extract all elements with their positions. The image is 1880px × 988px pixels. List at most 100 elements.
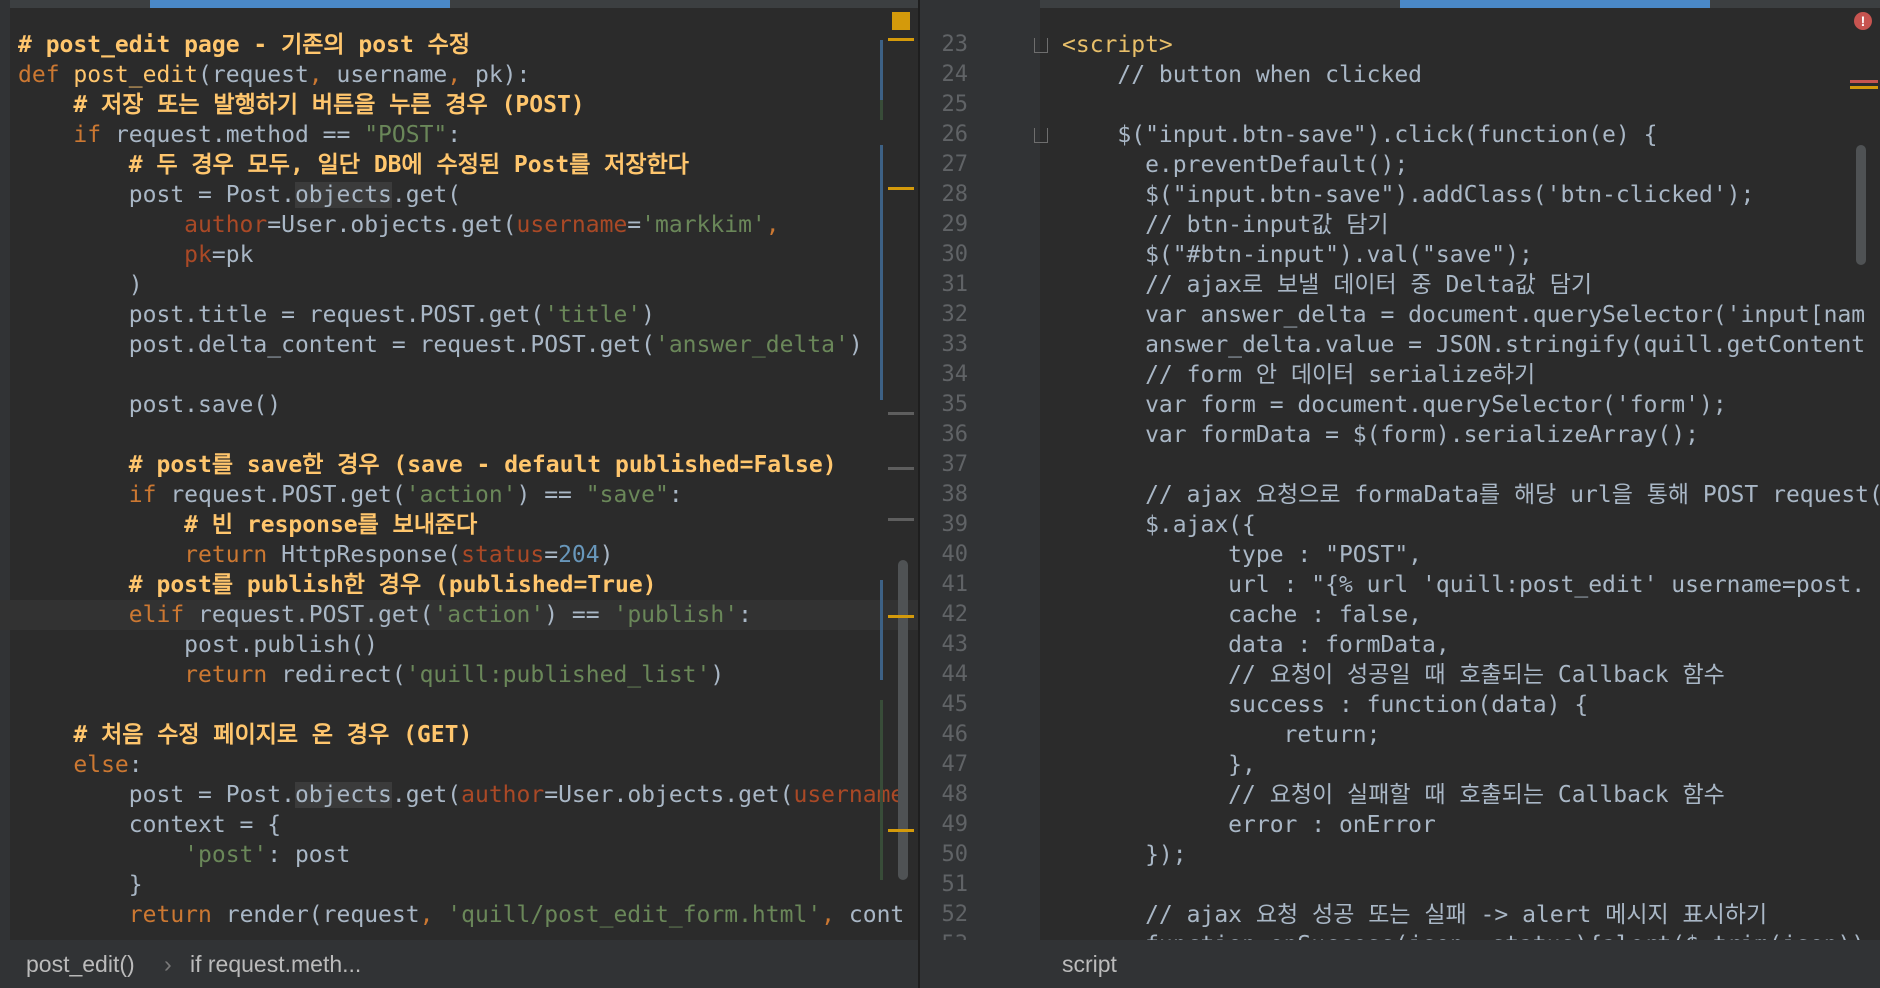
line-number[interactable]: 28 bbox=[920, 180, 969, 210]
line-number[interactable]: 26 bbox=[920, 120, 969, 150]
code-line[interactable]: # post를 publish한 경우 (published=True) bbox=[0, 570, 918, 600]
code-line[interactable]: 38 // ajax 요청으로 formaData를 해당 url을 통해 PO… bbox=[920, 480, 1880, 510]
code-line[interactable]: else: bbox=[0, 750, 918, 780]
warning-stripe[interactable] bbox=[888, 615, 914, 618]
code-line[interactable]: if request.method == "POST": bbox=[0, 120, 918, 150]
warning-stripe[interactable] bbox=[888, 187, 914, 190]
code-line[interactable]: # 처음 수정 페이지로 온 경우 (GET) bbox=[0, 720, 918, 750]
line-number[interactable]: 38 bbox=[920, 480, 969, 510]
code-line[interactable]: 37 bbox=[920, 450, 1880, 480]
info-stripe[interactable] bbox=[888, 467, 914, 470]
code-line[interactable]: 51 bbox=[920, 870, 1880, 900]
code-line[interactable]: 28 $("input.btn-save").addClass('btn-cli… bbox=[920, 180, 1880, 210]
code-line[interactable]: 33 answer_delta.value = JSON.stringify(q… bbox=[920, 330, 1880, 360]
left-scrollbar-thumb[interactable] bbox=[898, 560, 908, 880]
left-active-tab-indicator[interactable] bbox=[150, 0, 450, 8]
code-line[interactable]: return render(request, 'quill/post_edit_… bbox=[0, 900, 918, 930]
line-number[interactable]: 27 bbox=[920, 150, 969, 180]
line-number[interactable]: 30 bbox=[920, 240, 969, 270]
right-tab-strip[interactable] bbox=[920, 0, 1880, 8]
line-number[interactable]: 45 bbox=[920, 690, 969, 720]
line-number[interactable]: 36 bbox=[920, 420, 969, 450]
code-line[interactable] bbox=[0, 360, 918, 390]
code-line[interactable]: 29 // btn-input값 담기 bbox=[920, 210, 1880, 240]
code-line[interactable]: def post_edit(request, username, pk): bbox=[0, 60, 918, 90]
code-line[interactable]: 49 error : onError bbox=[920, 810, 1880, 840]
fold-marker-icon[interactable] bbox=[1034, 128, 1048, 143]
code-line[interactable]: # 두 경우 모두, 일단 DB에 수정된 Post를 저장한다 bbox=[0, 150, 918, 180]
line-number[interactable]: 23 bbox=[920, 30, 969, 60]
fold-marker-icon[interactable] bbox=[1034, 38, 1048, 53]
code-line[interactable]: 40 type : "POST", bbox=[920, 540, 1880, 570]
line-number[interactable]: 43 bbox=[920, 630, 969, 660]
code-line[interactable]: return HttpResponse(status=204) bbox=[0, 540, 918, 570]
line-number[interactable]: 48 bbox=[920, 780, 969, 810]
code-line[interactable]: 35 var form = document.querySelector('fo… bbox=[920, 390, 1880, 420]
line-number[interactable]: 44 bbox=[920, 660, 969, 690]
line-number[interactable]: 24 bbox=[920, 60, 969, 90]
code-line[interactable]: post = Post.objects.get( bbox=[0, 180, 918, 210]
line-number[interactable]: 47 bbox=[920, 750, 969, 780]
code-line[interactable]: 53 function onSuccess(json, status){aler… bbox=[920, 930, 1880, 940]
code-line[interactable]: post.title = request.POST.get('title') bbox=[0, 300, 918, 330]
breadcrumb-script[interactable]: script bbox=[1062, 940, 1117, 988]
line-number[interactable]: 41 bbox=[920, 570, 969, 600]
line-number[interactable]: 39 bbox=[920, 510, 969, 540]
left-editor-pane[interactable]: # post_edit page - 기존의 post 수정 def post_e… bbox=[0, 0, 918, 940]
code-line[interactable]: 'post': post bbox=[0, 840, 918, 870]
line-number[interactable]: 35 bbox=[920, 390, 969, 420]
code-line[interactable]: 41 url : "{% url 'quill:post_edit' usern… bbox=[920, 570, 1880, 600]
line-number[interactable]: 37 bbox=[920, 450, 969, 480]
code-line[interactable]: return redirect('quill:published_list') bbox=[0, 660, 918, 690]
left-code-area[interactable]: # post_edit page - 기존의 post 수정 def post_e… bbox=[0, 30, 918, 930]
code-line[interactable] bbox=[0, 420, 918, 450]
warning-stripe[interactable] bbox=[888, 38, 914, 41]
code-line[interactable]: 47 }, bbox=[920, 750, 1880, 780]
breadcrumb-if-block[interactable]: if request.meth... bbox=[190, 940, 361, 988]
code-line[interactable]: # 저장 또는 발행하기 버튼을 누른 경우 (POST) bbox=[0, 90, 918, 120]
line-number[interactable]: 53 bbox=[920, 930, 969, 940]
code-line[interactable]: 34 // form 안 데이터 serialize하기 bbox=[920, 360, 1880, 390]
code-line[interactable]: # 빈 response를 보내준다 bbox=[0, 510, 918, 540]
code-line[interactable]: 44 // 요청이 성공일 때 호출되는 Callback 함수 bbox=[920, 660, 1880, 690]
right-active-tab-indicator[interactable] bbox=[1400, 0, 1710, 8]
code-line[interactable]: ) bbox=[0, 270, 918, 300]
code-line[interactable]: 30 $("#btn-input").val("save"); bbox=[920, 240, 1880, 270]
code-line[interactable]: # post를 save한 경우 (save - default publish… bbox=[0, 450, 918, 480]
code-line[interactable]: post.publish() bbox=[0, 630, 918, 660]
code-line[interactable]: author=User.objects.get(username='markki… bbox=[0, 210, 918, 240]
line-number[interactable]: 49 bbox=[920, 810, 969, 840]
left-tab-strip[interactable] bbox=[0, 0, 918, 8]
code-line[interactable]: } bbox=[0, 870, 918, 900]
warning-stripe[interactable] bbox=[888, 829, 914, 832]
line-number[interactable]: 46 bbox=[920, 720, 969, 750]
code-line[interactable]: pk=pk bbox=[0, 240, 918, 270]
line-number[interactable]: 50 bbox=[920, 840, 969, 870]
code-line[interactable]: 50 }); bbox=[920, 840, 1880, 870]
line-number[interactable]: 33 bbox=[920, 330, 969, 360]
code-line[interactable]: 46 return; bbox=[920, 720, 1880, 750]
code-line[interactable]: 31 // ajax로 보낼 데이터 중 Delta값 담기 bbox=[920, 270, 1880, 300]
code-line[interactable]: elif request.POST.get('action') == 'publ… bbox=[0, 600, 918, 630]
breadcrumb-function[interactable]: post_edit() bbox=[26, 940, 135, 988]
line-number[interactable]: 34 bbox=[920, 360, 969, 390]
right-scrollbar-thumb[interactable] bbox=[1856, 145, 1866, 265]
line-number[interactable]: 32 bbox=[920, 300, 969, 330]
code-line[interactable]: 26 $("input.btn-save").click(function(e)… bbox=[920, 120, 1880, 150]
code-line[interactable]: 48 // 요청이 실패할 때 호출되는 Callback 함수 bbox=[920, 780, 1880, 810]
code-line[interactable]: context = { bbox=[0, 810, 918, 840]
info-stripe[interactable] bbox=[888, 412, 914, 415]
line-number[interactable]: 42 bbox=[920, 600, 969, 630]
code-line[interactable]: 43 data : formData, bbox=[920, 630, 1880, 660]
warning-square-icon[interactable] bbox=[892, 12, 910, 30]
code-line[interactable]: 45 success : function(data) { bbox=[920, 690, 1880, 720]
code-line[interactable]: post = Post.objects.get(author=User.obje… bbox=[0, 780, 918, 810]
code-line[interactable]: 39 $.ajax({ bbox=[920, 510, 1880, 540]
line-number[interactable]: 52 bbox=[920, 900, 969, 930]
code-line[interactable]: 36 var formData = $(form).serializeArray… bbox=[920, 420, 1880, 450]
code-line[interactable]: post.save() bbox=[0, 390, 918, 420]
code-line[interactable]: if request.POST.get('action') == "save": bbox=[0, 480, 918, 510]
code-line[interactable]: 25 bbox=[920, 90, 1880, 120]
code-line[interactable] bbox=[0, 690, 918, 720]
code-line[interactable]: 27 e.preventDefault(); bbox=[920, 150, 1880, 180]
